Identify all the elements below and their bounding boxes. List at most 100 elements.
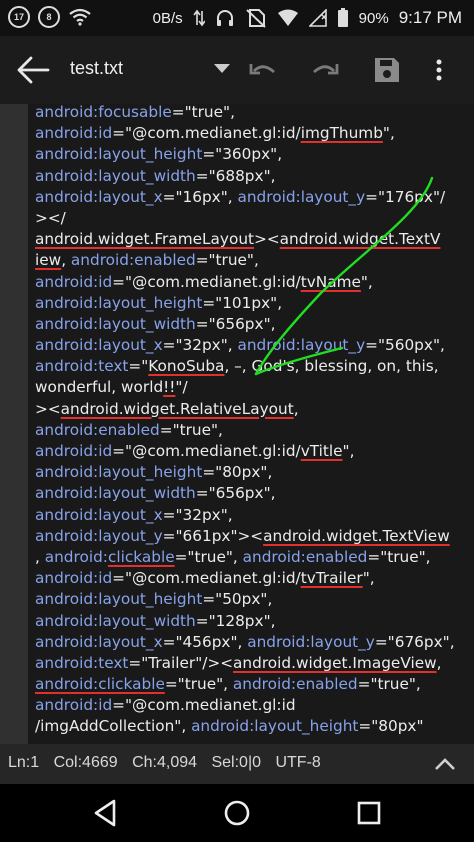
code-line[interactable]: android:id="@com.medianet.gl:id/tvTraile…	[35, 568, 467, 589]
battery-percent: 90%	[358, 9, 389, 27]
code-line[interactable]: android:focusable="true",	[35, 104, 467, 123]
line-gutter	[0, 104, 28, 744]
code-attribute: android:layout_y	[237, 336, 366, 355]
code-value: ><	[254, 230, 280, 249]
code-value: ="656px",	[195, 314, 276, 333]
code-value: ="80px",	[202, 463, 273, 482]
wifi-signal-icon	[277, 9, 298, 26]
code-value: ="176px"/	[365, 187, 446, 206]
code-value: ="true",	[171, 104, 235, 121]
code-line[interactable]: android:id="@com.medianet.gl:id/imgThumb…	[35, 123, 467, 144]
code-value: ="true",	[367, 547, 431, 566]
code-line[interactable]: /imgAddCollection", android:layout_heigh…	[35, 716, 467, 737]
code-value: ="@com.medianet.gl:id	[112, 696, 296, 715]
code-line[interactable]: android:layout_height="360px",	[35, 144, 467, 165]
code-line[interactable]: android:id="@com.medianet.gl:id/vTitle",	[35, 441, 467, 462]
app-toolbar: test.txt	[0, 36, 474, 104]
code-line[interactable]: android:enabled="true",	[35, 420, 467, 441]
code-value: ",	[360, 272, 373, 291]
code-text[interactable]: android:focusable="true", android:id="@co…	[35, 104, 467, 738]
code-attribute: android:layout_y	[247, 632, 375, 651]
code-value: ></	[35, 208, 66, 227]
code-value: wonderful, world	[35, 378, 164, 397]
code-value: ="true",	[164, 675, 233, 694]
code-line[interactable]: android:layout_width="128px",	[35, 611, 467, 632]
code-line[interactable]: android:text="Trailer"/><android.widget.…	[35, 653, 467, 674]
code-line[interactable]: android:layout_width="656px",	[35, 483, 467, 504]
code-attribute: android:layout_x	[35, 187, 163, 206]
code-value: android.widget.RelativeLayout	[60, 399, 294, 418]
code-line[interactable]: android:id="@com.medianet.gl:id/tvName",	[35, 272, 467, 293]
nav-back-icon[interactable]	[90, 798, 120, 828]
code-value: ="456px",	[162, 632, 248, 651]
code-attribute: android:layout_x	[35, 505, 163, 524]
char-count: Ch:4,094	[132, 754, 198, 771]
code-line[interactable]: android:text="KonoSuba, –, God's, blessi…	[35, 356, 467, 377]
undo-icon[interactable]	[248, 56, 278, 84]
code-line[interactable]: android:layout_x="456px", android:layout…	[35, 632, 467, 653]
data-rate: 0B/s	[152, 9, 183, 27]
code-value: ="560px",	[365, 336, 445, 355]
save-icon[interactable]	[372, 56, 402, 84]
code-value: ="true",	[195, 251, 259, 270]
code-attribute: android:layout_width	[35, 611, 196, 630]
code-line[interactable]: android:layout_width="656px",	[35, 314, 467, 335]
code-attribute: android:enabled	[35, 420, 160, 439]
code-value: ="676px",	[374, 632, 455, 651]
dropdown-icon[interactable]	[214, 64, 230, 73]
code-line[interactable]: android:layout_height="80px",	[35, 462, 467, 483]
battery-icon	[337, 8, 348, 27]
code-line[interactable]: android.widget.FrameLayout><android.widg…	[35, 229, 467, 250]
nav-home-icon[interactable]	[222, 798, 252, 828]
code-value: ="@com.medianet.gl:id/	[112, 442, 301, 460]
code-line[interactable]: iew, android:enabled="true",	[35, 250, 467, 271]
scroll-up-icon[interactable]	[434, 756, 456, 772]
overflow-menu-icon[interactable]	[432, 56, 446, 84]
code-attribute: android:layout_height	[35, 145, 203, 164]
code-value: ",	[362, 569, 375, 588]
redo-icon[interactable]	[310, 56, 340, 84]
code-line[interactable]: android:layout_x="32px", android:layout_…	[35, 335, 467, 356]
code-line[interactable]: android:layout_y="661px"><android.widget…	[35, 526, 467, 547]
headset-icon	[216, 10, 233, 26]
code-value: ="@com.medianet.gl:id/	[112, 569, 301, 588]
code-value: ="50px",	[202, 590, 273, 609]
code-value: /imgAddCollection",	[35, 717, 192, 736]
notification-badge-count: 17	[13, 12, 24, 22]
notification-badge-icon: 17	[8, 6, 30, 28]
code-line[interactable]: android:layout_height="50px",	[35, 589, 467, 610]
nav-recents-icon[interactable]	[354, 798, 384, 828]
code-attribute: android:layout_y	[35, 526, 163, 545]
code-value: ="true",	[174, 547, 243, 566]
code-line[interactable]: , android:clickable="true", android:enab…	[35, 547, 467, 568]
code-value: ="101px",	[202, 293, 283, 312]
code-line[interactable]: ></	[35, 208, 467, 229]
code-value: android.widget.ImageView	[233, 653, 437, 672]
code-value: ="	[128, 357, 149, 376]
code-line[interactable]: wonderful, world!!"/	[35, 377, 467, 398]
code-line[interactable]: ><android.widget.RelativeLayout,	[35, 399, 467, 420]
code-attribute: android:id	[35, 124, 113, 143]
text-editor[interactable]: android:focusable="true", android:id="@co…	[0, 104, 474, 744]
code-attribute: android:id	[35, 442, 113, 460]
code-value: ,	[61, 251, 71, 270]
code-attribute: android:id	[35, 569, 113, 588]
code-attribute: android:layout_x	[35, 336, 163, 355]
code-line[interactable]: android:layout_height="101px",	[35, 293, 467, 314]
code-line[interactable]: android:id="@com.medianet.gl:id	[35, 695, 467, 716]
file-title[interactable]: test.txt	[70, 58, 123, 79]
code-line[interactable]: android:clickable="true", android:enable…	[35, 674, 467, 695]
code-attribute: android:enabled	[242, 547, 368, 566]
back-arrow-icon[interactable]	[16, 56, 50, 84]
code-value: tvTrailer	[300, 569, 363, 588]
code-attribute: android:focusable	[35, 104, 172, 121]
code-line[interactable]: android:layout_width="688px",	[35, 166, 467, 187]
code-attribute: android:enabled	[70, 251, 196, 270]
code-value: ="@com.medianet.gl:id/	[112, 124, 301, 143]
notification-app-icon: 8	[38, 6, 60, 28]
code-line[interactable]: android:layout_x="32px",	[35, 505, 467, 526]
code-line[interactable]: android:layout_x="16px", android:layout_…	[35, 187, 467, 208]
data-transfer-icon	[193, 9, 205, 27]
code-value: tvName	[300, 272, 361, 291]
code-value: ="688px",	[195, 166, 276, 185]
